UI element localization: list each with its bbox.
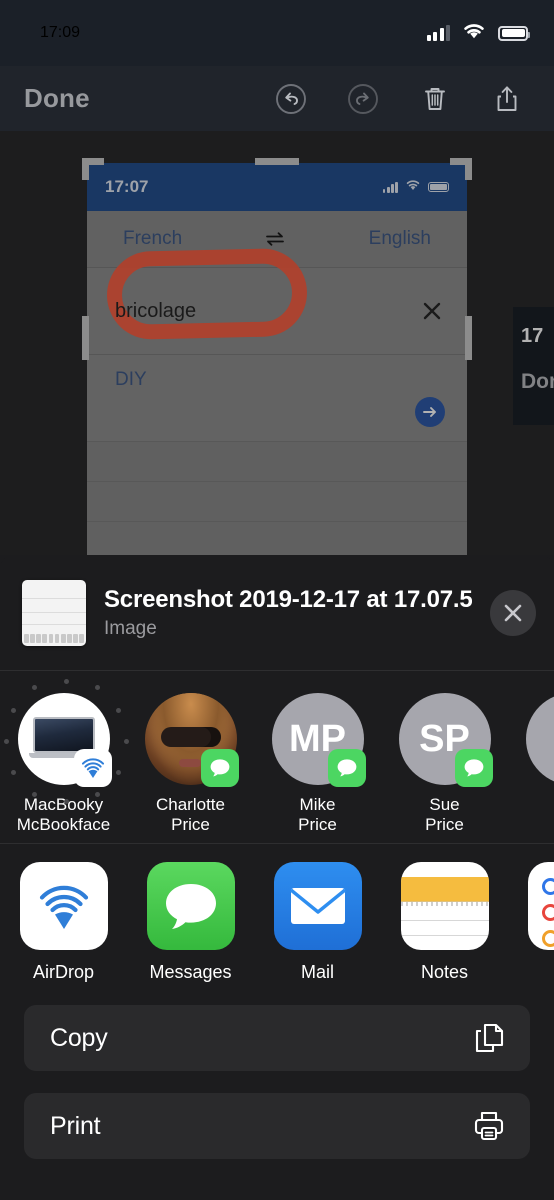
trash-icon[interactable] (418, 82, 452, 116)
done-button[interactable]: Done (24, 83, 90, 114)
document-subtitle: Image (104, 617, 157, 639)
print-icon (472, 1109, 506, 1143)
close-icon[interactable] (490, 589, 536, 636)
share-sheet: Screenshot 2019-12-17 at 17.07.56 Image (0, 555, 554, 1200)
share-sheet-header: Screenshot 2019-12-17 at 17.07.56 Image (0, 555, 554, 670)
markup-toolbar-icons (274, 82, 524, 116)
battery-icon (498, 25, 530, 41)
share-app-messages[interactable]: Messages (127, 862, 254, 983)
messages-badge-icon (327, 749, 366, 787)
share-target-charlotte-price[interactable]: Charlotte Price (127, 693, 254, 835)
airdrop-badge-icon (73, 749, 112, 787)
copy-icon (472, 1021, 506, 1055)
action-copy[interactable]: Copy (24, 1005, 530, 1071)
markup-canvas[interactable]: 17:07 French English bricolage DIY 17 Do (0, 131, 554, 555)
cellular-signal-icon (426, 25, 450, 41)
share-target-macbooky[interactable]: MacBooky McBookface (0, 679, 129, 835)
share-app-mail[interactable]: Mail (254, 862, 381, 983)
airdrop-icon (19, 862, 108, 950)
red-circle-scribble-annotation (106, 247, 308, 341)
share-app-airdrop[interactable]: AirDrop (0, 862, 127, 983)
canvas-dim-overlay (0, 131, 554, 555)
share-app-reminders[interactable]: Re (508, 862, 554, 983)
messages-badge-icon (454, 749, 493, 787)
messages-icon (146, 862, 235, 950)
share-app-label: AirDrop (32, 962, 94, 982)
mail-icon (273, 862, 362, 950)
share-app-label: Notes (420, 962, 469, 982)
redo-icon[interactable] (346, 82, 380, 116)
share-target-label: Charlotte Price (156, 795, 225, 834)
status-bar-time: 17:09 (40, 24, 81, 41)
share-icon[interactable] (490, 82, 524, 116)
share-app-label: Messages (149, 962, 232, 982)
share-targets-row[interactable]: MacBooky McBookface Charlotte Price MP M… (0, 671, 554, 843)
reminders-icon (527, 862, 554, 950)
share-app-label: Re (508, 962, 554, 983)
source-text-value: bricolage (115, 299, 197, 322)
avatar-initials: R (525, 693, 554, 785)
action-label: Print (50, 1111, 101, 1140)
wifi-icon (461, 21, 487, 45)
screenshot-thumbnail[interactable] (22, 579, 86, 646)
share-target-label: Mike Price (298, 795, 337, 834)
share-target-mike-price[interactable]: MP Mike Price (254, 693, 381, 835)
messages-badge-icon (200, 749, 239, 787)
markup-toolbar: Done (0, 66, 554, 131)
notes-icon (400, 862, 489, 950)
share-apps-row[interactable]: AirDrop Messages Mail Notes (0, 844, 554, 991)
share-app-notes[interactable]: Notes (381, 862, 508, 983)
share-actions-list: Copy Print (0, 991, 554, 1159)
clear-text-icon[interactable] (421, 300, 443, 322)
status-bar-icons (426, 21, 530, 45)
document-info: Screenshot 2019-12-17 at 17.07.56 Image (104, 586, 472, 640)
action-print[interactable]: Print (24, 1093, 530, 1159)
action-label: Copy (50, 1023, 108, 1052)
share-target-label: Sue Price (425, 795, 464, 834)
share-app-label: Mail (300, 962, 334, 982)
undo-icon[interactable] (274, 82, 308, 116)
share-target-sue-price[interactable]: SP Sue Price (381, 693, 508, 835)
share-target-label: Wo (508, 795, 554, 815)
document-title: Screenshot 2019-12-17 at 17.07.56 (104, 585, 472, 613)
share-target-partial[interactable]: R Wo (508, 693, 554, 835)
status-bar: 17:09 (0, 0, 554, 66)
